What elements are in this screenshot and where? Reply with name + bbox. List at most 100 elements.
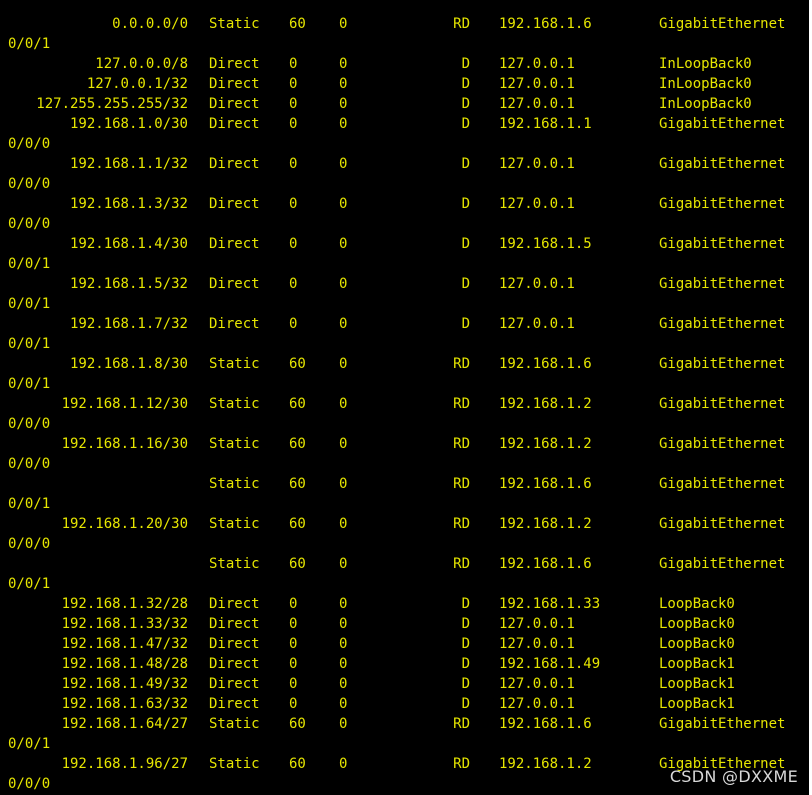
route-interface: LoopBack0 [659,596,735,612]
route-preference: 0 [289,596,298,612]
route-proto: Static [209,756,260,772]
route-preference: 60 [289,396,306,412]
route-nexthop: 192.168.1.33 [499,596,601,612]
route-row: Static 60 0 RD 192.168.1.6 GigabitEthernet [0,554,812,574]
route-proto: Direct [209,156,260,172]
route-row: 192.168.1.33/32 Direct 0 0 D 127.0.0.1 LoopBac… [0,614,812,634]
route-flags: D [461,276,470,292]
route-proto: Direct [209,196,260,212]
route-preference: 60 [289,436,306,452]
route-proto: Direct [209,96,260,112]
route-nexthop: 192.168.1.1 [499,116,592,132]
route-preference: 60 [289,356,306,372]
interface-number: 0/0/1 [8,496,51,512]
route-interface: GigabitEthernet [659,436,786,452]
route-nexthop: 127.0.0.1 [499,196,575,212]
route-proto: Static [209,556,260,572]
interface-number: 0/0/0 [8,176,51,192]
route-preference: 60 [289,516,306,532]
route-proto: Direct [209,656,260,672]
route-destination: 127.0.0.0/8 [95,56,188,72]
route-proto: Direct [209,116,260,132]
route-cost: 0 [339,116,348,132]
route-row: 192.168.1.48/28 Direct 0 0 D 192.168.1.49 Loop… [0,654,812,674]
route-interface: LoopBack1 [659,656,735,672]
route-interface: LoopBack1 [659,696,735,712]
route-interface: GigabitEthernet [659,396,786,412]
route-nexthop: 192.168.1.6 [499,356,592,372]
route-interface: LoopBack0 [659,636,735,652]
route-preference: 60 [289,476,306,492]
route-interface: GigabitEthernet [659,276,786,292]
route-interface: GigabitEthernet [659,236,786,252]
interface-number: 0/0/1 [8,376,51,392]
route-flags: D [461,96,470,112]
route-cost: 0 [339,436,348,452]
route-cost: 0 [339,236,348,252]
route-interface: InLoopBack0 [659,76,752,92]
route-flags: D [461,636,470,652]
route-preference: 0 [289,76,298,92]
route-row: 192.168.1.49/32 Direct 0 0 D 127.0.0.1 LoopBac… [0,674,812,694]
route-destination: 127.255.255.255/32 [36,96,188,112]
route-flags: D [461,656,470,672]
route-flags: RD [453,476,470,492]
interface-number: 0/0/0 [8,456,51,472]
route-nexthop: 127.0.0.1 [499,276,575,292]
route-row: 192.168.1.5/32 Direct 0 0 D 127.0.0.1 GigabitE… [0,274,812,294]
route-proto: Direct [209,276,260,292]
terminal-window[interactable]: 0.0.0.0/0 Static 60 0 RD 192.168.1.6 GigabitEt… [0,0,812,795]
route-destination: 0.0.0.0/0 [112,16,188,32]
route-nexthop: 192.168.1.6 [499,476,592,492]
route-destination: 192.168.1.5/32 [69,276,188,292]
route-preference: 0 [289,656,298,672]
route-proto: Static [209,396,260,412]
route-nexthop: 192.168.1.5 [499,236,592,252]
route-proto: Static [209,16,260,32]
route-interface: LoopBack0 [659,616,735,632]
route-nexthop: 127.0.0.1 [499,636,575,652]
route-destination: 192.168.1.12/30 [61,396,188,412]
route-nexthop: 192.168.1.49 [499,656,601,672]
route-proto: Direct [209,696,260,712]
route-cost: 0 [339,156,348,172]
route-flags: D [461,596,470,612]
route-nexthop: 192.168.1.6 [499,556,592,572]
route-nexthop: 192.168.1.6 [499,716,592,732]
route-row: 192.168.1.32/28 Direct 0 0 D 192.168.1.33 Loop… [0,594,812,614]
route-preference: 60 [289,716,306,732]
route-flags: D [461,76,470,92]
route-cost: 0 [339,96,348,112]
route-row: Static 60 0 RD 192.168.1.6 GigabitEthernet [0,474,812,494]
route-proto: Static [209,516,260,532]
route-interface: GigabitEthernet [659,476,786,492]
interface-number: 0/0/1 [8,256,51,272]
route-proto: Static [209,436,260,452]
route-destination: 192.168.1.63/32 [61,696,188,712]
route-nexthop: 127.0.0.1 [499,316,575,332]
route-row: 192.168.1.7/32 Direct 0 0 D 127.0.0.1 GigabitE… [0,314,812,334]
route-destination: 192.168.1.49/32 [61,676,188,692]
route-interface: GigabitEthernet [659,16,786,32]
interface-number: 0/0/1 [8,576,51,592]
route-nexthop: 127.0.0.1 [499,676,575,692]
route-cost: 0 [339,516,348,532]
route-interface: LoopBack1 [659,676,735,692]
route-flags: RD [453,756,470,772]
route-flags: D [461,676,470,692]
interface-number: 0/0/0 [8,216,51,232]
route-proto: Direct [209,236,260,252]
route-cost: 0 [339,476,348,492]
route-row: 192.168.1.64/27 Static 60 0 RD 192.168.1.6 Gig… [0,714,812,734]
route-preference: 0 [289,316,298,332]
route-preference: 60 [289,556,306,572]
route-interface: GigabitEthernet [659,716,786,732]
route-cost: 0 [339,596,348,612]
route-row: 192.168.1.63/32 Direct 0 0 D 127.0.0.1 LoopBac… [0,694,812,714]
route-proto: Direct [209,56,260,72]
route-cost: 0 [339,756,348,772]
route-proto: Direct [209,596,260,612]
route-row: 127.255.255.255/32 Direct 0 0 D 127.0.0.1 InLo… [0,94,812,114]
interface-number: 0/0/1 [8,296,51,312]
route-nexthop: 192.168.1.6 [499,16,592,32]
